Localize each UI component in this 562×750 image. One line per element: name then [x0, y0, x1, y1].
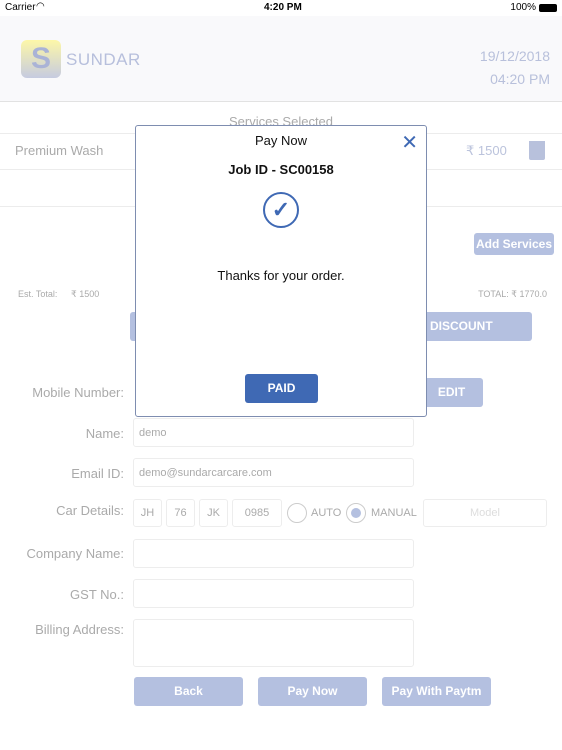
grand-total: TOTAL: ₹ 1770.0: [478, 289, 547, 299]
logo: S: [21, 40, 61, 78]
pay-with-paytm-button[interactable]: Pay With Paytm: [382, 677, 491, 706]
service-name: Premium Wash: [15, 143, 104, 158]
car-series[interactable]: JK: [199, 499, 228, 527]
email-input[interactable]: demo@sundarcarcare.com: [133, 458, 414, 487]
brand-name: SUNDAR: [66, 50, 141, 69]
auto-radio[interactable]: [287, 503, 307, 523]
pay-now-dialog: Pay Now ✕ Job ID - SC00158 ✓ Thanks for …: [135, 125, 427, 417]
name-input[interactable]: demo: [133, 418, 414, 447]
model-input[interactable]: Model: [423, 499, 547, 527]
company-label: Company Name:: [26, 546, 124, 561]
battery-percent: 100%: [510, 2, 536, 13]
close-icon[interactable]: ✕: [401, 130, 418, 155]
billing-input[interactable]: [133, 619, 414, 667]
pay-now-button[interactable]: Pay Now: [258, 677, 367, 706]
gst-input[interactable]: [133, 579, 414, 608]
billing-label: Billing Address:: [35, 622, 124, 637]
paid-button[interactable]: PAID: [245, 374, 318, 403]
car-district[interactable]: 76: [166, 499, 195, 527]
thanks-message: Thanks for your order.: [217, 268, 345, 283]
manual-label: MANUAL: [371, 507, 417, 519]
company-input[interactable]: [133, 539, 414, 568]
est-total-label: Est. Total:: [18, 289, 58, 299]
wifi-icon: ◠: [36, 1, 45, 12]
header-time: 04:20 PM: [490, 71, 550, 87]
checkmark-icon: ✓: [263, 192, 299, 228]
car-label: Car Details:: [56, 503, 124, 518]
battery-icon: [539, 4, 557, 12]
edit-button[interactable]: EDIT: [420, 378, 483, 407]
carrier: Carrier: [5, 2, 36, 13]
clock: 4:20 PM: [264, 2, 302, 13]
add-services-button[interactable]: Add Services: [474, 233, 554, 255]
header-date: 19/12/2018: [479, 48, 550, 64]
back-button[interactable]: Back: [134, 677, 243, 706]
dialog-title: Pay Now: [254, 133, 308, 148]
status-bar: Carrier ◠ 4:20 PM 100%: [0, 0, 562, 16]
manual-radio[interactable]: [346, 503, 366, 523]
car-state[interactable]: JH: [133, 499, 162, 527]
trash-icon[interactable]: [529, 141, 545, 160]
job-id: Job ID - SC00158: [228, 162, 334, 177]
service-price: ₹ 1500: [466, 143, 507, 158]
est-total-value: ₹ 1500: [71, 289, 100, 299]
name-label: Name:: [85, 426, 124, 441]
email-label: Email ID:: [71, 466, 124, 481]
mobile-label: Mobile Number:: [32, 385, 124, 400]
auto-label: AUTO: [311, 507, 342, 519]
gst-label: GST No.:: [70, 587, 124, 602]
car-number[interactable]: 0985: [232, 499, 282, 527]
